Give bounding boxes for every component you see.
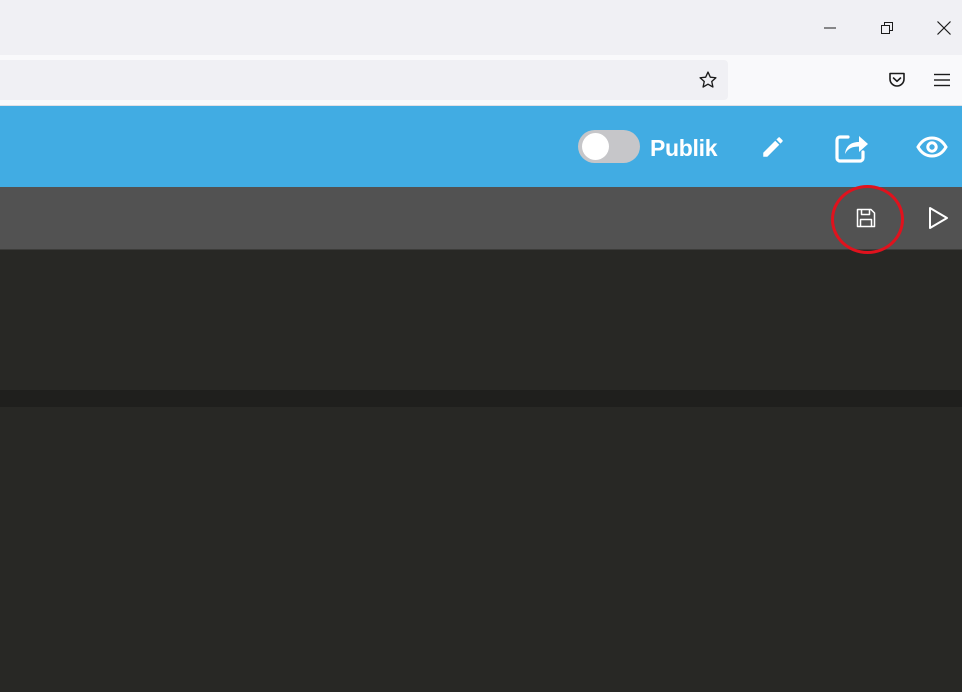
browser-nav-bar bbox=[0, 55, 962, 106]
pocket-icon bbox=[889, 72, 905, 87]
pocket-button[interactable] bbox=[882, 65, 912, 95]
edit-button[interactable] bbox=[755, 129, 791, 165]
star-icon bbox=[699, 71, 717, 88]
close-window-button[interactable] bbox=[915, 0, 962, 55]
app-header: Publik bbox=[0, 106, 962, 187]
eye-icon bbox=[916, 136, 948, 158]
preview-button[interactable] bbox=[912, 129, 952, 165]
pane-divider[interactable] bbox=[0, 390, 962, 407]
restore-button[interactable] bbox=[858, 0, 915, 55]
run-button[interactable] bbox=[920, 200, 956, 236]
minimize-icon bbox=[823, 27, 836, 28]
share-button[interactable] bbox=[831, 127, 871, 167]
close-icon bbox=[936, 20, 951, 35]
editor-pane[interactable] bbox=[0, 250, 962, 390]
bookmark-button[interactable] bbox=[693, 65, 723, 95]
toggle-knob bbox=[582, 133, 609, 160]
minimize-button[interactable] bbox=[801, 0, 858, 55]
restore-icon bbox=[880, 21, 893, 34]
output-pane bbox=[0, 407, 962, 692]
editor-toolbar bbox=[0, 187, 962, 250]
public-toggle-label: Publik bbox=[650, 135, 718, 161]
pencil-icon bbox=[763, 137, 783, 157]
hamburger-menu-icon bbox=[934, 73, 950, 87]
save-button-highlight-circle bbox=[831, 185, 904, 254]
share-icon bbox=[835, 135, 868, 163]
url-bar[interactable] bbox=[0, 60, 728, 100]
public-toggle[interactable] bbox=[578, 130, 640, 163]
play-icon bbox=[929, 207, 948, 229]
app-menu-button[interactable] bbox=[927, 65, 957, 95]
browser-title-bar bbox=[0, 0, 962, 55]
